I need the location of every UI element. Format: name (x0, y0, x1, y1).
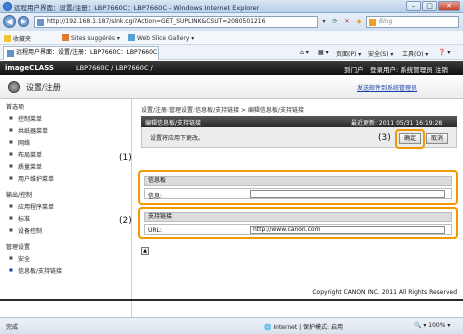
support-link-row: URL: http://www.canon.com (144, 224, 452, 235)
panel-header: 编辑信息板/支持链接 最近更新: 2011 05/31 16:19:28 (141, 116, 457, 127)
ok-highlight (395, 129, 425, 149)
url-input[interactable]: http://192.168.1.187/slnk.cgi?Action=GET… (34, 16, 318, 28)
favorites-button[interactable]: 收藏夹 (4, 34, 31, 43)
menu-tools[interactable]: 工具(O) ▾ (402, 49, 428, 58)
sidebar-item-notice-support[interactable]: 信息板/支持链接 (9, 266, 62, 275)
status-bar: 完成 🌐 Internet | 保护模式: 启用 🔍 ▾ 100% ▾ (0, 317, 463, 334)
sidebar-section-preferences: 首选项 (6, 104, 25, 111)
sidebar-item-layout-menu[interactable]: 布局菜单 (9, 150, 42, 159)
security-zone: 🌐 Internet | 保护模式: 启用 (264, 324, 343, 331)
menu-page[interactable]: 页面(P) ▾ (336, 49, 361, 58)
tab-bar: 远程用户界面：设置/注册：LBP7660C：LBP7660C ⌂ ▾ ▦ ▾ 页… (0, 45, 463, 60)
sidebar-item-security[interactable]: 安全 (9, 254, 30, 263)
sidebar-item-feeder-menu[interactable]: 共纸器菜单 (9, 126, 48, 135)
tab-page-icon (7, 50, 14, 57)
main-content: 设置/注册:管理设置:信息板/支持链接 > 编辑信息板/支持链接 编辑信息板/支… (119, 99, 463, 317)
tab-active[interactable]: 远程用户界面：设置/注册：LBP7660C：LBP7660C (3, 46, 159, 60)
search-input[interactable]: Bing (366, 16, 459, 28)
sidebar-item-control-menu[interactable]: 控制菜单 (9, 114, 42, 123)
zoom-control[interactable]: 🔍 ▾ 100% ▾ (414, 322, 450, 329)
breadcrumb: 设置/注册:管理设置:信息板/支持链接 > 编辑信息板/支持链接 (141, 107, 304, 114)
fav-item-label: Web Slice Gallery ▾ (137, 35, 195, 42)
sidebar-item-user-maintenance[interactable]: 用户维护菜单 (9, 174, 54, 183)
footer: Copyright CANON INC. 2011 All Rights Res… (132, 287, 463, 299)
portal-link[interactable]: 到门户 (344, 64, 364, 74)
url-field[interactable]: http://www.canon.com (250, 226, 445, 234)
back-button[interactable]: ◀ (3, 15, 16, 28)
suggested-sites-icon (62, 34, 69, 41)
ie-icon (3, 2, 12, 11)
last-updated: 最近更新: 2011 05/31 16:19:28 (351, 120, 443, 127)
notice-label: 信息: (148, 193, 163, 200)
cancel-button[interactable]: 取消 (426, 133, 448, 144)
feeds-icon[interactable]: ▦ ▾ (318, 49, 329, 56)
footer-divider (0, 299, 463, 301)
callout-1: (1) (119, 153, 132, 163)
panel-title: 编辑信息板/支持链接 (145, 120, 202, 127)
fav-item-webslice[interactable]: Web Slice Gallery ▾ (128, 34, 194, 42)
star-icon (4, 35, 11, 42)
close-button[interactable]: ✕ (438, 1, 460, 11)
home-icon[interactable]: ⌂ ▾ (300, 49, 309, 56)
notice-input[interactable] (250, 190, 445, 198)
fav-item-suggested[interactable]: Sites suggérés ▾ (62, 34, 120, 42)
fav-item-label: Sites suggérés ▾ (71, 35, 120, 42)
brand-logo: imageCLASS (5, 64, 54, 72)
forward-button[interactable]: ▶ (18, 16, 29, 27)
callout-2: (2) (119, 216, 132, 226)
sidebar-item-quality-menu[interactable]: 质量菜单 (9, 162, 42, 171)
callout-3: (3) (378, 133, 391, 143)
back-to-top-icon[interactable]: ▲ (141, 247, 149, 255)
sidebar-item-standard[interactable]: 标准 (9, 214, 30, 223)
support-link-header: 支持链接 (144, 212, 452, 222)
tab-label: 远程用户界面：设置/注册：LBP7660C：LBP7660C (16, 49, 158, 56)
page-title: 设置/注册 (26, 83, 61, 92)
sub-header: 设置/注册 发送邮件到系统管理员 (0, 75, 463, 99)
status-text: 完成 (6, 324, 19, 331)
device-name: LBP7660C / LBP7660C / (76, 64, 153, 72)
apply-notice: 设置将应用下更改。 (150, 135, 205, 142)
sidebar-section-output: 输出/控制 (6, 192, 33, 199)
sidebar-section-admin: 管理设置 (6, 244, 31, 251)
url-label: URL: (148, 227, 162, 234)
refresh-icon[interactable]: ⟳ (330, 17, 340, 27)
copyright: Copyright CANON INC. 2011 All Rights Res… (312, 289, 457, 296)
web-slice-icon (128, 34, 135, 41)
notice-board-group: 信息板 信息: (138, 170, 458, 205)
sidebar-item-network[interactable]: 网络 (9, 138, 30, 147)
settings-icon (8, 81, 20, 93)
bing-logo-icon: ◆ (356, 18, 362, 25)
maximize-button[interactable]: □ (422, 1, 437, 11)
search-placeholder: Bing (379, 18, 393, 25)
login-user[interactable]: 登录用户: 系统管理员 注销 (370, 64, 448, 74)
support-link-group: 支持链接 URL: http://www.canon.com (138, 207, 458, 239)
favorites-bar: 收藏夹 Sites suggérés ▾ Web Slice Gallery ▾ (0, 31, 463, 45)
address-toolbar: ◀ ▶ http://192.168.1.187/slnk.cgi?Action… (0, 13, 463, 31)
minimize-button[interactable]: – (406, 1, 421, 11)
send-mail-link[interactable]: 发送邮件到系统管理员 (357, 83, 417, 92)
window-title: 远程用户界面：设置/注册：LBP7660C：LBP7660C - Windows… (14, 4, 260, 12)
menu-help[interactable]: ❓ ▾ (438, 49, 450, 56)
title-bar: 远程用户界面：设置/注册：LBP7660C：LBP7660C - Windows… (0, 0, 463, 13)
sidebar: 首选项 控制菜单 共纸器菜单 网络 布局菜单 质量菜单 用户维护菜单 输出/控制… (0, 99, 132, 317)
sidebar-item-app-menu[interactable]: 应用程序菜单 (9, 202, 54, 211)
page-icon (37, 19, 44, 26)
url-text: http://192.168.1.187/slnk.cgi?Action=GET… (47, 18, 266, 25)
notice-board-header: 信息板 (144, 176, 452, 186)
search-provider-icon (369, 19, 376, 26)
dropdown-icon[interactable]: ▾ (320, 17, 328, 27)
stop-icon[interactable]: ✕ (342, 17, 352, 27)
sidebar-item-device-control[interactable]: 设备控制 (9, 226, 42, 235)
favorites-label: 收藏夹 (13, 36, 32, 43)
notice-board-row: 信息: (144, 188, 452, 200)
menu-safety[interactable]: 安全(S) ▾ (368, 49, 393, 58)
app-header: imageCLASS LBP7660C / LBP7660C / 到门户 登录用… (0, 61, 463, 75)
